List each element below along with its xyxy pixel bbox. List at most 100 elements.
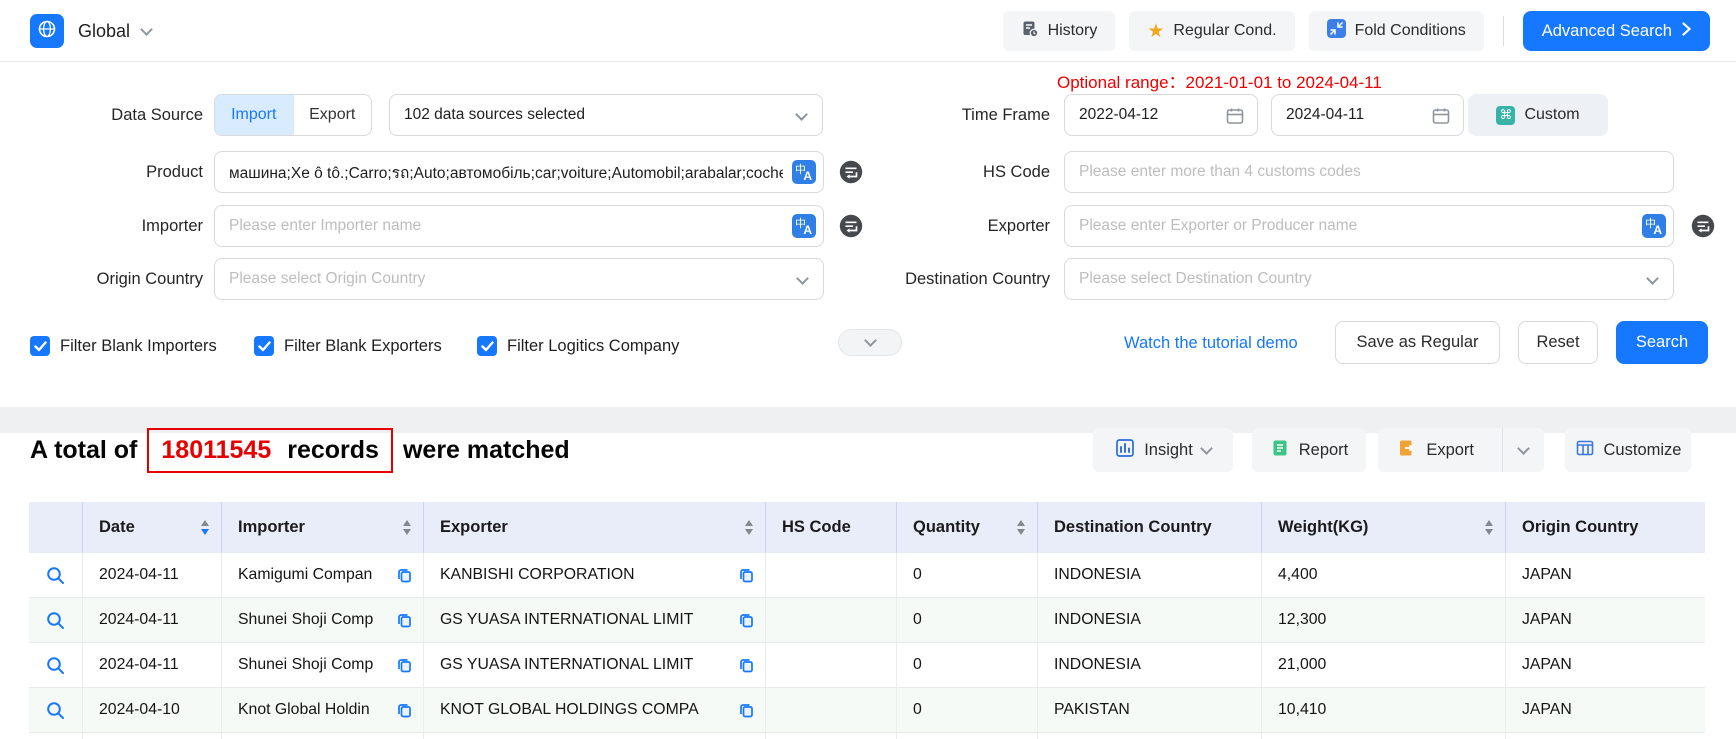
translate-icon[interactable]: 中 A [1642, 214, 1666, 238]
copy-icon[interactable] [738, 702, 755, 719]
importer-input[interactable] [214, 205, 824, 247]
end-date-picker[interactable]: 2024-04-11 [1271, 94, 1464, 136]
table-row-partial[interactable] [29, 733, 1705, 739]
checkbox-checked-icon [477, 336, 497, 356]
header-importer[interactable]: Importer [222, 502, 424, 553]
preview-search-icon[interactable] [45, 565, 66, 586]
cell-importer: Knot Global Holdin [222, 688, 424, 732]
exporter-field-wrap: 中 A [1064, 205, 1674, 247]
app-logo[interactable] [30, 14, 64, 48]
cell-origin: JAPAN [1506, 598, 1705, 642]
header-origin-label: Origin Country [1522, 518, 1638, 537]
hs-code-input[interactable] [1064, 151, 1674, 193]
copy-icon[interactable] [396, 702, 413, 719]
cell-destination: PAKISTAN [1038, 688, 1262, 732]
copy-icon[interactable] [396, 567, 413, 584]
chevron-down-icon [1646, 272, 1659, 285]
save-as-regular-button[interactable]: Save as Regular [1335, 321, 1500, 364]
table-row[interactable]: 2024-04-11 Shunei Shoji Comp GS YUASA IN… [29, 643, 1705, 688]
tutorial-link[interactable]: Watch the tutorial demo [1124, 334, 1298, 353]
advanced-search-label: Advanced Search [1542, 22, 1672, 41]
regular-conditions-button[interactable]: ★ Regular Cond. [1129, 11, 1294, 51]
export-dropdown-button[interactable] [1502, 428, 1544, 472]
customize-label: Customize [1604, 441, 1682, 460]
table-row[interactable]: 2024-04-10 Knot Global Holdin KNOT GLOBA… [29, 688, 1705, 733]
cell-hs-code [766, 688, 897, 732]
tab-export[interactable]: Export [293, 95, 372, 135]
preview-search-icon[interactable] [45, 700, 66, 721]
cell-quantity: 0 [897, 598, 1038, 642]
cell-exporter: GS YUASA INTERNATIONAL LIMIT [424, 643, 766, 687]
history-button[interactable]: History [1003, 11, 1116, 51]
cell-origin: JAPAN [1506, 688, 1705, 732]
table-row[interactable]: 2024-04-11 Shunei Shoji Comp GS YUASA IN… [29, 598, 1705, 643]
data-source-label: Data Source [0, 94, 203, 136]
exporter-input[interactable] [1064, 205, 1674, 247]
copy-icon[interactable] [738, 567, 755, 584]
cell-destination: INDONESIA [1038, 553, 1262, 597]
copy-icon[interactable] [396, 612, 413, 629]
insight-button[interactable]: Insight [1093, 428, 1233, 472]
destination-country-label: Destination Country [780, 258, 1050, 300]
report-button[interactable]: Report [1252, 428, 1366, 472]
fold-conditions-button[interactable]: Fold Conditions [1309, 11, 1484, 51]
product-input[interactable] [214, 151, 824, 193]
preview-search-icon[interactable] [45, 610, 66, 631]
header-importer-label: Importer [238, 518, 305, 537]
cell-exporter: GS YUASA INTERNATIONAL LIMIT [424, 598, 766, 642]
filter-blank-importers-label: Filter Blank Importers [60, 337, 217, 356]
header-quantity[interactable]: Quantity [897, 502, 1038, 553]
collapse-form-button[interactable] [838, 329, 902, 356]
insight-label: Insight [1144, 441, 1193, 460]
cell-origin: JAPAN [1506, 643, 1705, 687]
filter-blank-importers-checkbox[interactable]: Filter Blank Importers [30, 336, 217, 356]
sort-icon[interactable] [1485, 520, 1493, 535]
export-icon [1397, 438, 1417, 463]
origin-country-select[interactable]: Please select Origin Country [214, 258, 824, 300]
export-button[interactable]: Export [1378, 438, 1493, 463]
cell-hs-code [766, 553, 897, 597]
cell-weight: 21,000 [1262, 643, 1506, 687]
reset-button[interactable]: Reset [1518, 321, 1598, 364]
filter-logistics-checkbox[interactable]: Filter Logitics Company [477, 336, 679, 356]
header-date[interactable]: Date [83, 502, 222, 553]
custom-range-label: Custom [1524, 106, 1579, 124]
region-selector[interactable]: Global [78, 0, 151, 62]
hs-code-field-wrap [1064, 151, 1674, 193]
sort-icon[interactable] [1017, 520, 1025, 535]
history-icon [1021, 20, 1039, 43]
destination-country-select[interactable]: Please select Destination Country [1064, 258, 1674, 300]
table-row[interactable]: 2024-04-11 Kamigumi Compan KANBISHI CORP… [29, 553, 1705, 598]
report-label: Report [1299, 441, 1349, 460]
copy-icon[interactable] [396, 657, 413, 674]
records-word: records [287, 436, 379, 465]
export-button-group: Export [1378, 428, 1544, 472]
customize-button[interactable]: Customize [1565, 428, 1691, 472]
origin-country-placeholder: Please select Origin Country [229, 270, 425, 288]
tab-import[interactable]: Import [215, 95, 293, 135]
batch-input-icon[interactable] [1690, 213, 1716, 239]
header-weight[interactable]: Weight(KG) [1262, 502, 1506, 553]
preview-search-icon[interactable] [45, 655, 66, 676]
sort-icon[interactable] [201, 520, 209, 535]
advanced-search-button[interactable]: Advanced Search [1523, 11, 1710, 51]
search-button[interactable]: Search [1616, 321, 1708, 364]
table-header: Date Importer Exporter HS Code Quantity … [29, 502, 1705, 553]
data-sources-select[interactable]: 102 data sources selected [389, 94, 823, 136]
sort-icon[interactable] [403, 520, 411, 535]
copy-icon[interactable] [738, 657, 755, 674]
results-summary: A total of 18011545 records were matched [30, 428, 570, 473]
header-exporter[interactable]: Exporter [424, 502, 766, 553]
sort-icon[interactable] [745, 520, 753, 535]
filter-logistics-label: Filter Logitics Company [507, 337, 679, 356]
cell-date: 2024-04-11 [83, 553, 222, 597]
start-date-picker[interactable]: 2022-04-12 [1064, 94, 1258, 136]
custom-range-button[interactable]: ⌘ Custom [1468, 94, 1608, 136]
exporter-label: Exporter [780, 205, 1050, 247]
copy-icon[interactable] [738, 612, 755, 629]
product-field-wrap: 中 A [214, 151, 824, 193]
record-count-highlight-box: 18011545 records [147, 428, 393, 473]
checkbox-checked-icon [254, 336, 274, 356]
filter-blank-exporters-checkbox[interactable]: Filter Blank Exporters [254, 336, 442, 356]
top-bar: Global History ★ Regular Cond. Fold Cond… [0, 0, 1736, 62]
